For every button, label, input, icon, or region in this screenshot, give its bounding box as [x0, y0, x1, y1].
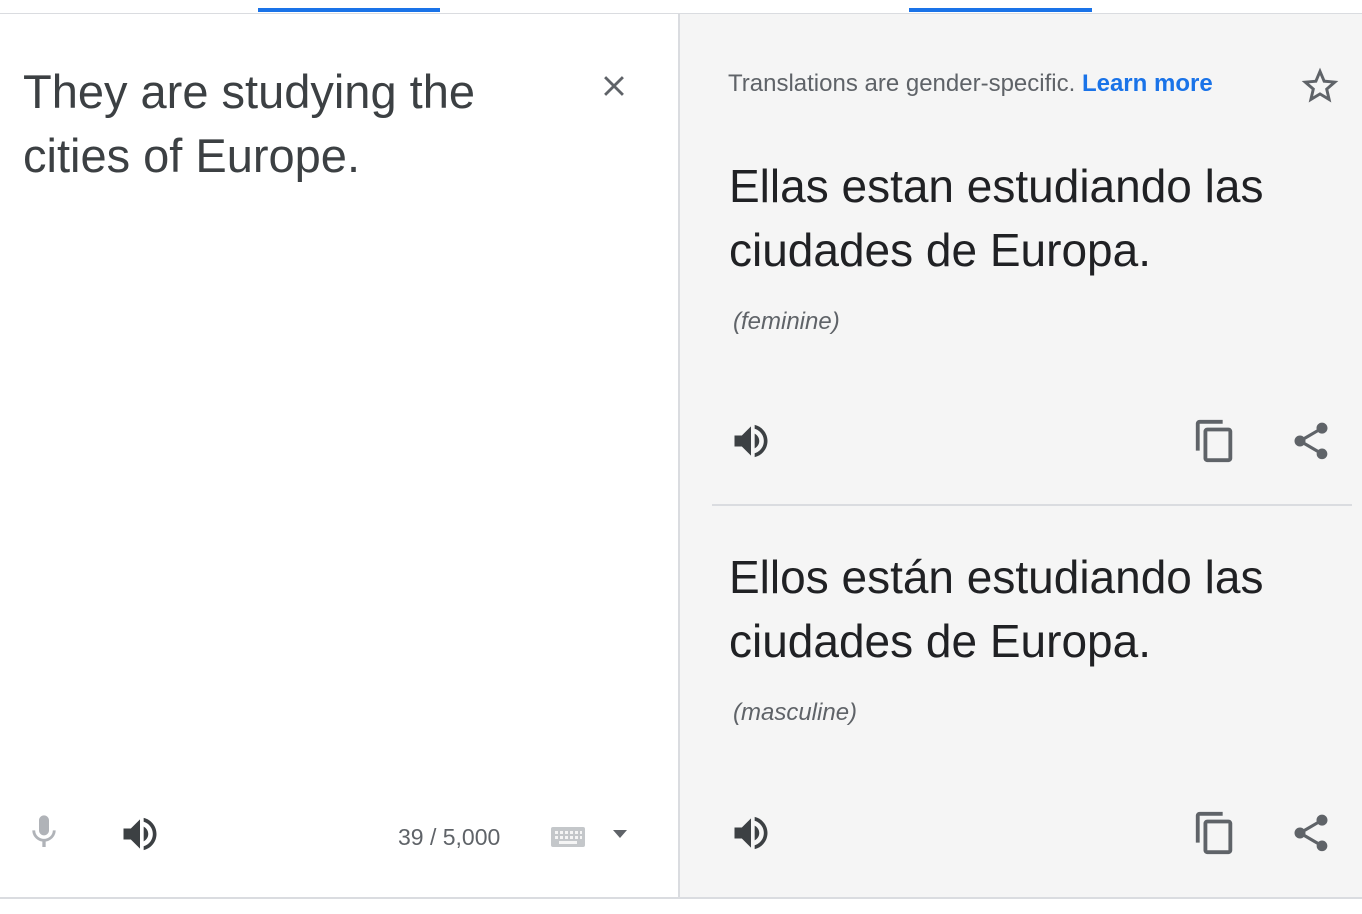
- keyboard-icon: [551, 827, 585, 847]
- speaker-icon: [734, 816, 768, 850]
- copy-icon: [1195, 811, 1233, 855]
- speaker-icon: [123, 817, 157, 851]
- share-masculine-button[interactable]: [1288, 810, 1334, 856]
- translation-masculine: Ellos están estudiando las ciudades de E…: [729, 551, 1264, 667]
- target-pane: Translations are gender-specific. Learn …: [680, 14, 1362, 898]
- source-pane: They are studying the cities of Europe. …: [0, 14, 678, 898]
- source-language-tab-indicator[interactable]: [258, 8, 440, 12]
- clear-source-button[interactable]: [592, 64, 636, 108]
- language-tab-strip: [0, 0, 1362, 14]
- translate-app: They are studying the cities of Europe. …: [0, 0, 1362, 914]
- share-icon: [1294, 422, 1328, 460]
- share-icon: [1294, 814, 1328, 852]
- close-icon: [604, 76, 624, 96]
- voice-input-button[interactable]: [24, 810, 64, 854]
- gender-notice-text: Translations are gender-specific.: [728, 70, 1076, 97]
- save-translation-button[interactable]: [1298, 64, 1342, 108]
- target-language-tab-indicator[interactable]: [909, 8, 1092, 12]
- speaker-icon: [734, 424, 768, 458]
- gender-specific-notice: Translations are gender-specific. Learn …: [728, 70, 1213, 98]
- listen-source-button[interactable]: [118, 812, 162, 856]
- star-icon: [1301, 67, 1339, 103]
- character-count: 39 / 5,000: [398, 824, 501, 850]
- learn-more-link[interactable]: Learn more: [1082, 70, 1213, 97]
- gender-label-masculine: (masculine): [733, 699, 858, 726]
- listen-feminine-button[interactable]: [728, 418, 774, 464]
- microphone-icon: [32, 815, 56, 847]
- copy-icon: [1195, 419, 1233, 463]
- translation-divider: [712, 504, 1352, 506]
- listen-masculine-button[interactable]: [728, 810, 774, 856]
- input-tools-keyboard-button[interactable]: [550, 824, 588, 850]
- gender-label-feminine: (feminine): [733, 308, 840, 335]
- copy-feminine-button[interactable]: [1192, 418, 1238, 464]
- input-tools-dropdown[interactable]: [608, 824, 632, 844]
- source-text-input[interactable]: They are studying the cities of Europe.: [23, 60, 543, 188]
- bottom-border: [0, 897, 1362, 914]
- copy-masculine-button[interactable]: [1192, 810, 1238, 856]
- translation-feminine: Ellas estan estudiando las ciudades de E…: [729, 160, 1264, 276]
- share-feminine-button[interactable]: [1288, 418, 1334, 464]
- caret-down-icon: [613, 830, 627, 838]
